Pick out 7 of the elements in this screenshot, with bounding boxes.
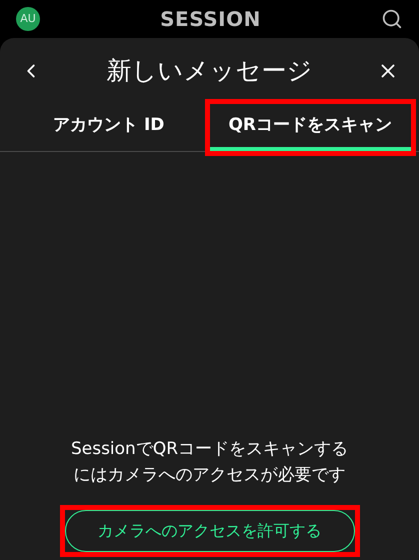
search-icon[interactable] [380,8,403,30]
allow-camera-button[interactable]: カメラへのアクセスを許可する [64,510,354,552]
tab[interactable]: アカウント ID [8,104,210,151]
sheet-title: 新しいメッセージ [106,55,312,88]
app-logo: SESSION [160,6,261,33]
camera-access-message: SessionでQRコードをスキャンするにはカメラへのアクセスが必要です [70,438,350,487]
tab[interactable]: QRコードをスキャン [210,104,411,151]
